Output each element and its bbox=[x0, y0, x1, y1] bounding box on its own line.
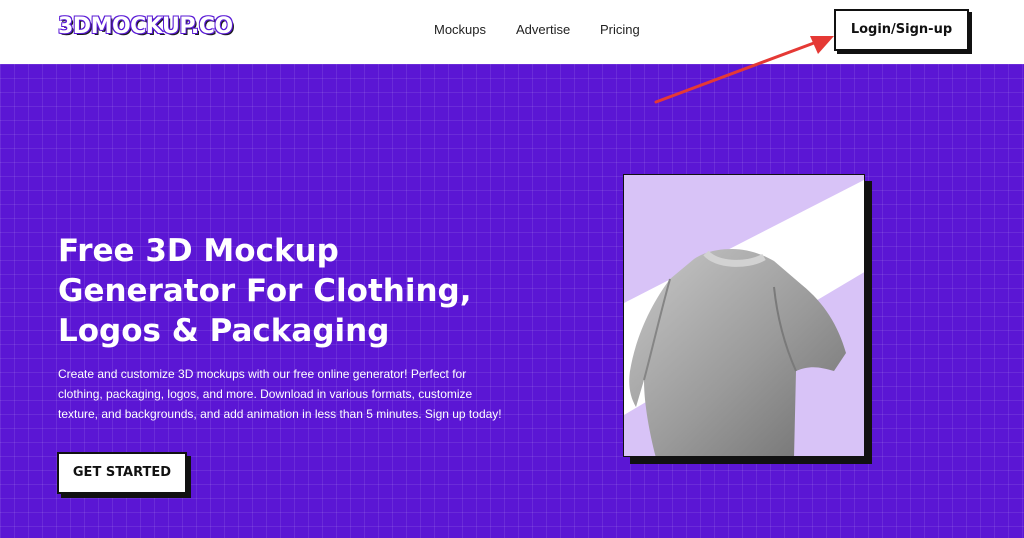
tshirt-mockup-image bbox=[623, 174, 865, 457]
hero-headline: Free 3D Mockup Generator For Clothing, L… bbox=[58, 233, 472, 349]
nav-advertise[interactable]: Advertise bbox=[516, 22, 570, 37]
hero-description: Create and customize 3D mockups with our… bbox=[58, 367, 502, 421]
site-header: 3DMOCKUP.CO Mockups Advertise Pricing Lo… bbox=[0, 0, 1024, 64]
login-signup-button[interactable]: Login/Sign-up bbox=[834, 9, 969, 51]
annotation-arrow-icon bbox=[654, 36, 834, 104]
nav-pricing[interactable]: Pricing bbox=[600, 22, 640, 37]
tshirt-illustration bbox=[624, 175, 864, 456]
nav-mockups[interactable]: Mockups bbox=[434, 22, 486, 37]
site-logo[interactable]: 3DMOCKUP.CO bbox=[58, 14, 233, 39]
get-started-button[interactable]: GET STARTED bbox=[57, 452, 187, 494]
